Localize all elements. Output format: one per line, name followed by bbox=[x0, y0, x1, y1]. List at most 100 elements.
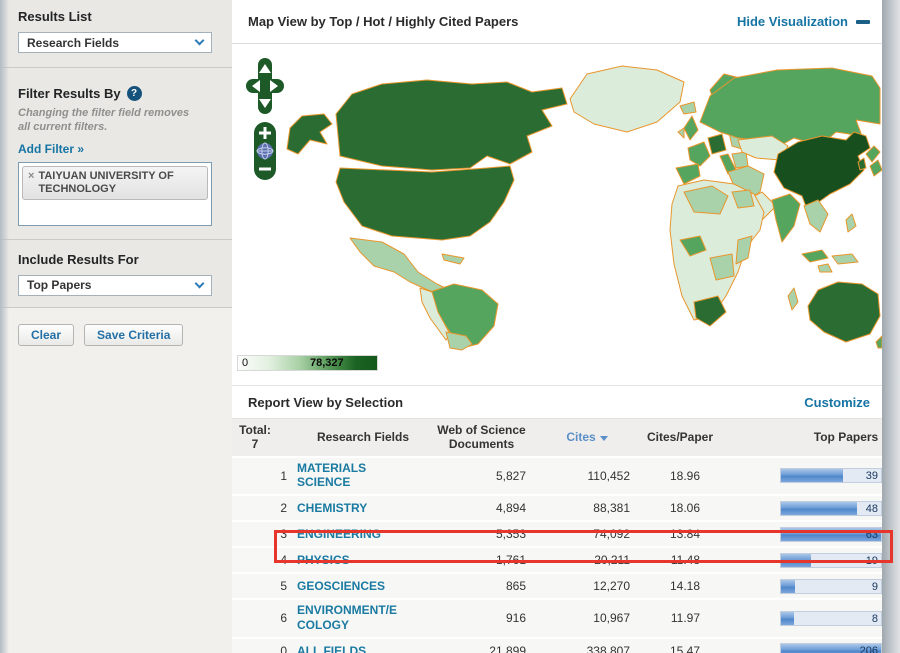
world-map[interactable] bbox=[232, 44, 882, 352]
field-link[interactable]: ALL FIELDS bbox=[297, 644, 366, 653]
country-philippines bbox=[845, 213, 857, 233]
country-iceland bbox=[679, 101, 697, 115]
actions-section: Clear Save Criteria bbox=[0, 307, 232, 653]
map-zoom-control[interactable] bbox=[254, 122, 276, 180]
top-papers-bar: 19 bbox=[780, 552, 882, 568]
table-row: 0 ALL FIELDS 21,899 338,807 15.47 206 bbox=[232, 638, 882, 653]
map-header: Map View by Top / Hot / Highly Cited Pap… bbox=[232, 0, 882, 44]
esi-page: Results List Research Fields Filter Resu… bbox=[0, 0, 900, 653]
table-header-row: Total: 7 Research Fields Web of Science … bbox=[232, 418, 882, 458]
remove-filter-icon[interactable]: × bbox=[28, 170, 34, 183]
collapse-minus-icon bbox=[856, 19, 870, 24]
top-papers-value: 8 bbox=[871, 612, 878, 625]
top-papers-bar: 63 bbox=[780, 526, 882, 542]
country-greenland bbox=[569, 65, 685, 133]
filter-box[interactable]: × TAIYUAN UNIVERSITY OF TECHNOLOGY bbox=[18, 161, 212, 226]
row-rank: 2 bbox=[280, 501, 287, 516]
row-rank: 1 bbox=[280, 468, 287, 483]
col-header-cites[interactable]: Cites bbox=[534, 430, 640, 444]
country-alaska bbox=[286, 113, 333, 155]
zoom-out-icon bbox=[259, 167, 271, 171]
report-view-title: Report View by Selection bbox=[248, 394, 404, 410]
chevron-down-icon bbox=[194, 35, 205, 46]
results-list-section: Results List Research Fields bbox=[0, 0, 232, 68]
top-papers-bar: 8 bbox=[780, 610, 882, 626]
region-southeast-asia bbox=[803, 199, 829, 233]
row-rank: 4 bbox=[280, 553, 287, 568]
legend-min-value: 0 bbox=[242, 357, 249, 369]
field-link[interactable]: ENVIRONMENT/ECOLOGY bbox=[297, 603, 397, 632]
results-list-dropdown[interactable]: Research Fields bbox=[18, 32, 212, 53]
country-canada bbox=[335, 79, 568, 171]
add-filter-link[interactable]: Add Filter » bbox=[18, 142, 84, 156]
country-uk bbox=[683, 115, 699, 141]
report-header: Report View by Selection Customize bbox=[232, 385, 882, 418]
docs-value: 5,827 bbox=[495, 468, 526, 483]
cites-value: 12,270 bbox=[593, 579, 630, 594]
field-link[interactable]: PHYSICS bbox=[297, 553, 350, 567]
col-header-documents: Web of Science Documents bbox=[437, 423, 526, 452]
table-row: 2 CHEMISTRY 4,894 88,381 18.06 48 bbox=[232, 496, 882, 523]
table-row: 5 GEOSCIENCES 865 12,270 14.18 9 bbox=[232, 574, 882, 601]
cites-value: 88,381 bbox=[593, 501, 630, 516]
legend-max-value: 78,327 bbox=[310, 357, 344, 369]
region-east-africa bbox=[735, 235, 753, 265]
country-spain bbox=[675, 163, 701, 185]
col-header-research-fields: Research Fields bbox=[316, 430, 410, 445]
filter-tag-label: TAIYUAN UNIVERSITY OF TECHNOLOGY bbox=[38, 169, 174, 195]
include-results-label: Include Results For bbox=[18, 251, 139, 267]
docs-value: 1,761 bbox=[495, 553, 526, 568]
country-madagascar bbox=[787, 287, 799, 311]
filter-section: Filter Results By ? Changing the filter … bbox=[0, 68, 232, 240]
table-row-highlighted: 4 PHYSICS 1,761 20,211 11.48 19 bbox=[232, 548, 882, 575]
customize-link[interactable]: Customize bbox=[804, 395, 870, 410]
include-results-value: Top Papers bbox=[27, 278, 92, 292]
country-indonesia-1 bbox=[801, 249, 829, 263]
filter-results-by-label: Filter Results By bbox=[18, 86, 121, 101]
top-papers-value: 63 bbox=[865, 528, 878, 541]
chevron-down-icon bbox=[194, 278, 205, 288]
docs-value: 5,353 bbox=[495, 527, 526, 542]
hide-visualization-link[interactable]: Hide Visualization bbox=[737, 14, 870, 29]
help-icon[interactable]: ? bbox=[126, 86, 142, 101]
cites-per-paper-value: 11.48 bbox=[670, 553, 700, 568]
row-rank: 0 bbox=[280, 643, 287, 653]
docs-value: 21,899 bbox=[489, 643, 526, 653]
row-rank: 3 bbox=[280, 527, 287, 542]
field-link[interactable]: CHEMISTRY bbox=[297, 501, 367, 515]
filter-tag[interactable]: × TAIYUAN UNIVERSITY OF TECHNOLOGY bbox=[22, 165, 208, 200]
map-view-title: Map View by Top / Hot / Highly Cited Pap… bbox=[248, 14, 519, 29]
cites-per-paper-value: 14.18 bbox=[669, 579, 700, 594]
map-pan-control[interactable] bbox=[246, 58, 284, 114]
field-link[interactable]: MATERIALS SCIENCE bbox=[297, 461, 397, 490]
cites-value: 10,967 bbox=[593, 611, 630, 626]
hide-visualization-label: Hide Visualization bbox=[736, 14, 848, 29]
docs-value: 865 bbox=[505, 579, 526, 594]
save-criteria-button[interactable]: Save Criteria bbox=[84, 323, 184, 346]
top-papers-bar: 48 bbox=[780, 500, 882, 516]
filter-note: Changing the filter field removes all cu… bbox=[18, 107, 190, 133]
table-row: 3 ENGINEERING 5,353 74,092 13.84 63 bbox=[232, 522, 882, 549]
field-link[interactable]: ENGINEERING bbox=[297, 527, 381, 541]
top-papers-bar: 9 bbox=[780, 578, 882, 594]
top-papers-bar: 206 bbox=[780, 643, 882, 653]
cites-per-paper-value: 15.47 bbox=[669, 643, 700, 653]
choropleth-map-svg bbox=[286, 65, 882, 351]
clear-button[interactable]: Clear bbox=[18, 323, 75, 346]
map-color-legend: 0 78,327 bbox=[237, 355, 378, 371]
include-results-dropdown[interactable]: Top Papers bbox=[18, 274, 212, 296]
country-ireland bbox=[677, 127, 685, 139]
results-list-value: Research Fields bbox=[27, 35, 120, 50]
docs-value: 4,894 bbox=[495, 501, 526, 516]
country-germany bbox=[707, 133, 727, 155]
report-table: Total: 7 Research Fields Web of Science … bbox=[232, 418, 882, 653]
cites-value: 74,092 bbox=[593, 527, 630, 542]
country-australia bbox=[807, 281, 881, 343]
row-rank: 5 bbox=[280, 579, 287, 594]
country-cuba bbox=[441, 253, 465, 265]
col-header-cites-per-paper: Cites/Paper bbox=[646, 430, 714, 445]
map-controls bbox=[246, 58, 284, 180]
country-usa bbox=[335, 165, 515, 241]
field-link[interactable]: GEOSCIENCES bbox=[297, 579, 385, 593]
docs-value: 916 bbox=[505, 611, 526, 626]
